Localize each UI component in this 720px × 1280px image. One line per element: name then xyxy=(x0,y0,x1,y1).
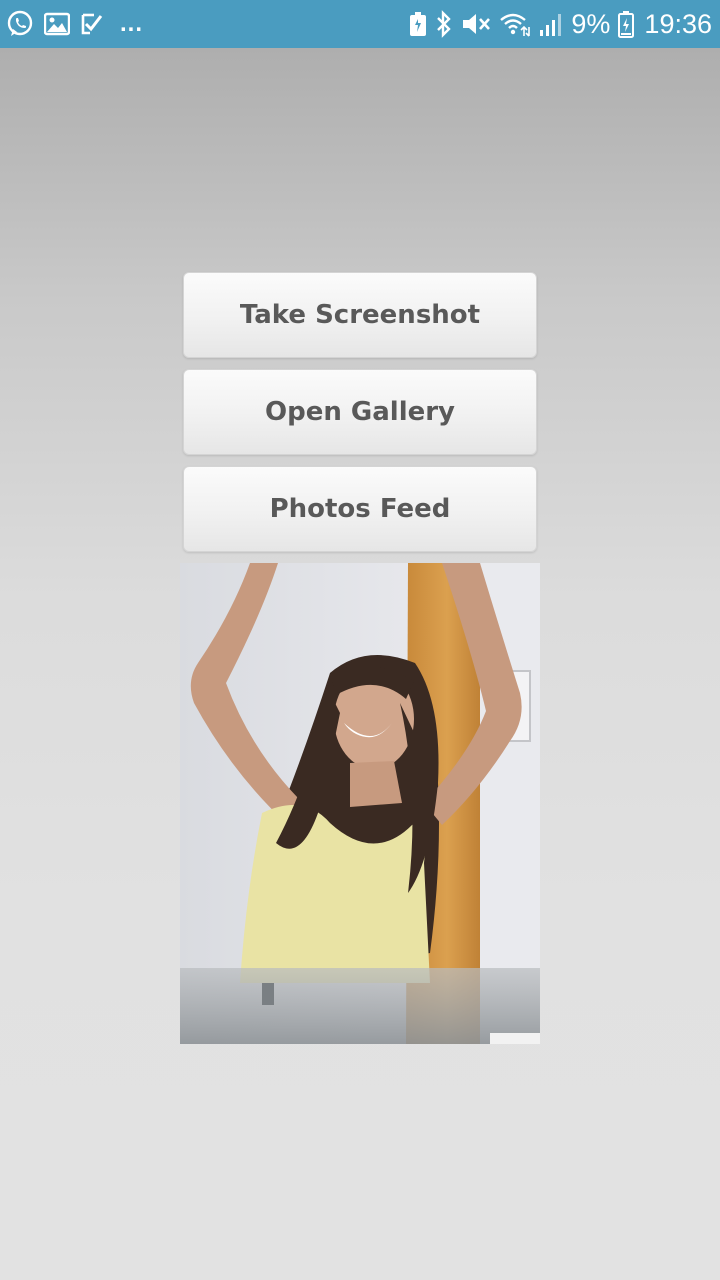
mute-icon xyxy=(461,9,491,39)
open-gallery-button[interactable]: Open Gallery xyxy=(183,369,537,455)
battery-saver-icon xyxy=(409,9,427,39)
bluetooth-icon xyxy=(435,9,453,39)
photo-image xyxy=(180,563,540,1044)
photo-preview xyxy=(180,563,540,1044)
clock: 19:36 xyxy=(644,9,712,39)
gallery-notification-icon xyxy=(44,9,70,39)
cell-signal-icon xyxy=(539,9,563,39)
battery-percentage: 9% xyxy=(571,9,611,39)
status-left-icons: ... xyxy=(6,9,143,39)
more-notifications-indicator: ... xyxy=(120,10,144,37)
photos-feed-button[interactable]: Photos Feed xyxy=(183,466,537,552)
whatsapp-icon xyxy=(6,9,34,39)
status-bar: ... 9% 19:36 xyxy=(0,0,720,48)
battery-icon xyxy=(618,9,635,39)
take-screenshot-button[interactable]: Take Screenshot xyxy=(183,272,537,358)
status-right-icons: 9% 19:36 xyxy=(409,9,712,39)
task-check-icon xyxy=(80,9,104,39)
wifi-icon xyxy=(499,9,531,39)
